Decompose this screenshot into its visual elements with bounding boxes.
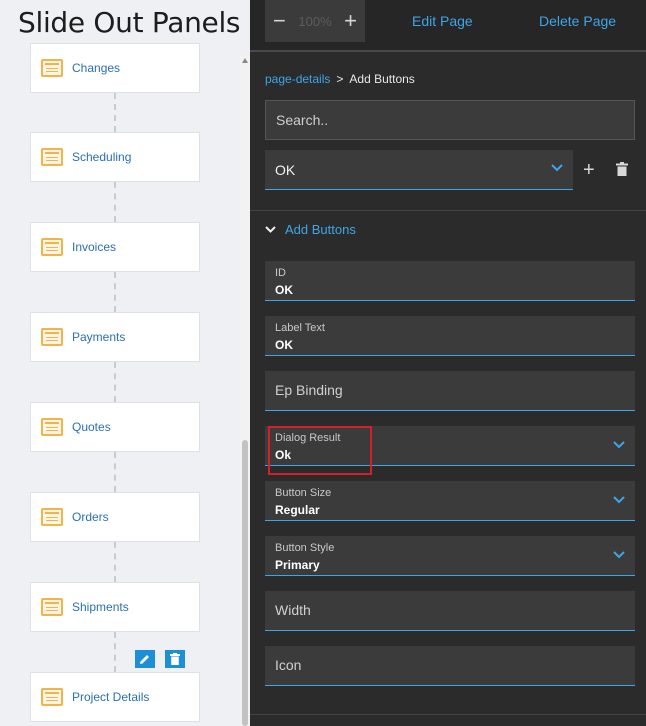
flow-node-orders[interactable]: Orders [30, 492, 200, 542]
button-size-select[interactable]: Button Size Regular [265, 481, 635, 521]
flow-node-label: Orders [72, 510, 109, 524]
field-value: Regular [275, 503, 320, 517]
chevron-down-icon [613, 441, 625, 449]
label-text-field[interactable]: Label Text OK [265, 316, 635, 356]
flow-node-label: Scheduling [72, 150, 132, 164]
edit-node-button[interactable] [135, 650, 155, 668]
field-placeholder: Icon [275, 657, 302, 673]
flow-node-label: Shipments [72, 600, 129, 614]
flow-node-scheduling[interactable]: Scheduling [30, 132, 200, 182]
zoom-out-button[interactable]: − [273, 10, 286, 32]
field-value: Primary [275, 558, 320, 572]
page-icon [41, 59, 63, 77]
field-value: OK [275, 338, 293, 352]
page-icon [41, 688, 63, 706]
flow-node-project-details[interactable]: Project Details [30, 672, 200, 722]
flow-node-label: Invoices [72, 240, 117, 254]
chevron-down-icon [265, 226, 276, 233]
breadcrumb-separator: > [336, 72, 344, 86]
field-label: ID [275, 267, 286, 279]
highlight-box [268, 426, 372, 475]
pencil-icon [140, 655, 149, 664]
search-input[interactable] [265, 100, 635, 140]
toolbar: − 100% + Edit Page Delete Page [250, 0, 646, 52]
flow-node-invoices[interactable]: Invoices [30, 222, 200, 272]
add-button[interactable]: + [583, 160, 595, 180]
field-label: Label Text [275, 322, 325, 334]
breadcrumb-parent-link[interactable]: page-details [265, 72, 330, 86]
section-title: Add Buttons [285, 222, 356, 237]
flow-node-label: Payments [72, 330, 126, 344]
ep-binding-field[interactable]: Ep Binding [265, 371, 635, 411]
page-title: Slide Out Panels [18, 6, 241, 39]
page-icon [41, 418, 63, 436]
edit-page-button[interactable]: Edit Page [412, 13, 473, 29]
delete-icon[interactable] [616, 162, 628, 176]
flow-connector [114, 542, 116, 582]
flow-connector [114, 632, 116, 672]
field-value: OK [275, 283, 293, 297]
breadcrumb-current: Add Buttons [349, 72, 415, 86]
page-icon [41, 598, 63, 616]
flow-connector [114, 362, 116, 402]
flow-node-payments[interactable]: Payments [30, 312, 200, 362]
field-placeholder: Width [275, 602, 311, 618]
properties-panel: − 100% + Edit Page Delete Page page-deta… [250, 0, 646, 726]
flow-node-shipments[interactable]: Shipments [30, 582, 200, 632]
field-label: Button Style [275, 542, 335, 554]
divider [250, 714, 646, 715]
icon-field[interactable]: Icon [265, 646, 635, 686]
flow-connector [114, 93, 116, 132]
button-selector-value: OK [275, 161, 296, 178]
breadcrumb: page-details > Add Buttons [265, 72, 415, 86]
chevron-down-icon [613, 496, 625, 504]
flow-node-changes[interactable]: Changes [30, 43, 200, 93]
left-scrollbar-thumb[interactable] [242, 440, 248, 726]
width-field[interactable]: Width [265, 591, 635, 631]
section-header-add-buttons[interactable]: Add Buttons [265, 222, 356, 237]
flow-canvas: Slide Out Panels Changes Scheduling Invo… [0, 0, 250, 726]
flow-node-label: Project Details [72, 690, 150, 704]
flow-connector [114, 452, 116, 492]
field-label: Button Size [275, 487, 332, 499]
id-field[interactable]: ID OK [265, 261, 635, 301]
zoom-control: − 100% + [265, 0, 365, 42]
flow-node-label: Quotes [72, 420, 111, 434]
field-placeholder: Ep Binding [275, 382, 343, 398]
delete-node-button[interactable] [165, 650, 185, 668]
chevron-down-icon [613, 551, 625, 559]
button-style-select[interactable]: Button Style Primary [265, 536, 635, 576]
flow-connector [114, 182, 116, 222]
scroll-up-arrow-icon[interactable] [242, 58, 248, 63]
trash-icon [170, 653, 180, 665]
page-icon [41, 238, 63, 256]
page-icon [41, 508, 63, 526]
zoom-value: 100% [298, 13, 332, 29]
flow-connector [114, 272, 116, 312]
divider [250, 210, 646, 211]
page-icon [41, 328, 63, 346]
delete-page-button[interactable]: Delete Page [539, 13, 616, 29]
button-selector[interactable]: OK [265, 150, 573, 190]
zoom-in-button[interactable]: + [344, 10, 357, 32]
page-icon [41, 148, 63, 166]
flow-node-quotes[interactable]: Quotes [30, 402, 200, 452]
flow-node-label: Changes [72, 61, 121, 75]
chevron-down-icon [551, 164, 563, 172]
